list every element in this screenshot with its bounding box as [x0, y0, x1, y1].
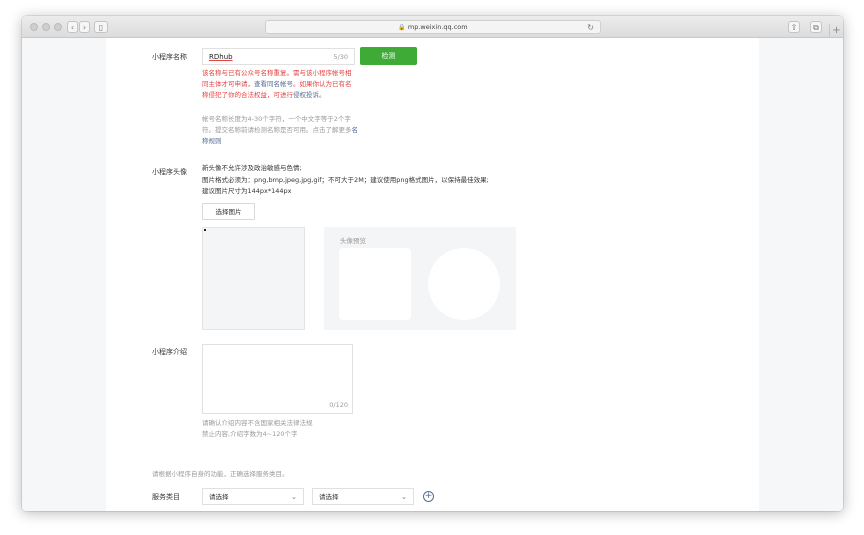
category-select-primary-value: 请选择	[209, 493, 229, 501]
page-viewport: 小程序名称 RDhub 5/30 检测 该名称与已有公众号名称重复。需与该小程序…	[22, 38, 843, 511]
square-avatar-preview	[339, 248, 411, 320]
intro-hint-line-2: 禁止内容,介绍字数为4~120个字	[202, 430, 298, 438]
add-category-icon[interactable]: +	[423, 491, 434, 502]
check-name-button[interactable]: 检测	[360, 47, 417, 65]
intro-textarea[interactable]: 0/120	[202, 344, 353, 414]
browser-toolbar: ‹ › ▯ 🔒 mp.weixin.qq.com ↻ ⇧ ⧉ +	[22, 16, 843, 38]
chevron-left-icon[interactable]: ‹	[67, 21, 78, 33]
plus-icon[interactable]: +	[829, 24, 843, 38]
share-icon[interactable]: ⇧	[788, 21, 800, 33]
view-same-name-link[interactable]: 查看同名帐号	[254, 80, 293, 88]
chevron-right-icon[interactable]: ›	[79, 21, 90, 33]
category-hint: 请根据小程序自身的功能，正确选择服务类目。	[152, 470, 289, 478]
name-input[interactable]: RDhub 5/30	[202, 48, 355, 65]
close-window-button[interactable]	[30, 23, 38, 31]
chevron-down-icon: ⌄	[291, 493, 297, 501]
intro-char-count: 0/120	[329, 401, 348, 409]
lock-icon: 🔒	[398, 24, 406, 31]
name-label: 小程序名称	[152, 53, 187, 61]
name-char-count: 5/30	[333, 53, 348, 61]
intro-hint-line-1: 请确认介绍内容不含国家相关法律法规	[202, 419, 313, 427]
minimize-window-button[interactable]	[42, 23, 50, 31]
infringement-complaint-link[interactable]: 侵权投诉	[293, 91, 319, 99]
category-select-primary[interactable]: 请选择 ⌄	[202, 488, 304, 505]
crop-handle[interactable]	[204, 229, 206, 231]
avatar-crop-area[interactable]	[202, 227, 305, 330]
tabs-icon[interactable]: ⧉	[810, 21, 822, 33]
reload-icon[interactable]: ↻	[587, 21, 594, 34]
round-avatar-preview	[428, 248, 500, 320]
name-duplicate-warning: 该名称与已有公众号名称重复。需与该小程序帐号相同主体才可申请，查看同名帐号。如果…	[202, 68, 357, 101]
sidebar-icon[interactable]: ▯	[94, 21, 108, 33]
category-select-secondary[interactable]: 请选择 ⌄	[312, 488, 414, 505]
avatar-preview-panel: 头像预览	[324, 227, 516, 330]
name-input-value: RDhub	[209, 53, 233, 61]
avatar-req-line-2: 图片格式必须为：png,bmp,jpeg,jpg,gif；不可大于2M；建议使用…	[202, 175, 489, 184]
form-panel: 小程序名称 RDhub 5/30 检测 该名称与已有公众号名称重复。需与该小程序…	[106, 38, 759, 511]
avatar-req-line-3: 建议图片尺寸为144px*144px	[202, 187, 292, 195]
zoom-window-button[interactable]	[54, 23, 62, 31]
category-label: 服务类目	[152, 493, 180, 501]
avatar-label: 小程序头像	[152, 168, 187, 176]
select-image-button[interactable]: 选择图片	[202, 203, 255, 220]
name-rules-hint: 帐号名称长度为4-30个字符，一个中文字等于2个字符。提交名称前请检测名称是否可…	[202, 114, 362, 147]
avatar-preview-title: 头像预览	[340, 237, 366, 245]
address-bar[interactable]: 🔒 mp.weixin.qq.com ↻	[265, 20, 601, 34]
chevron-down-icon: ⌄	[401, 493, 407, 501]
name-hint-text: 帐号名称长度为4-30个字符，一个中文字等于2个字符。提交名称前请检测名称是否可…	[202, 115, 352, 134]
intro-hint: 请确认介绍内容不含国家相关法律法规 禁止内容,介绍字数为4~120个字	[202, 418, 362, 440]
browser-window: ‹ › ▯ 🔒 mp.weixin.qq.com ↻ ⇧ ⧉ + 小程序名称 RD…	[22, 16, 843, 511]
warning-text-3: 。	[319, 91, 326, 99]
intro-label: 小程序介绍	[152, 348, 187, 356]
url-text: mp.weixin.qq.com	[407, 23, 468, 31]
avatar-req-line-1: 新头像不允许涉及政治敏感与色情;	[202, 164, 302, 172]
category-select-secondary-value: 请选择	[319, 493, 339, 501]
avatar-requirements: 新头像不允许涉及政治敏感与色情; 图片格式必须为：png,bmp,jpeg,jp…	[202, 163, 542, 198]
